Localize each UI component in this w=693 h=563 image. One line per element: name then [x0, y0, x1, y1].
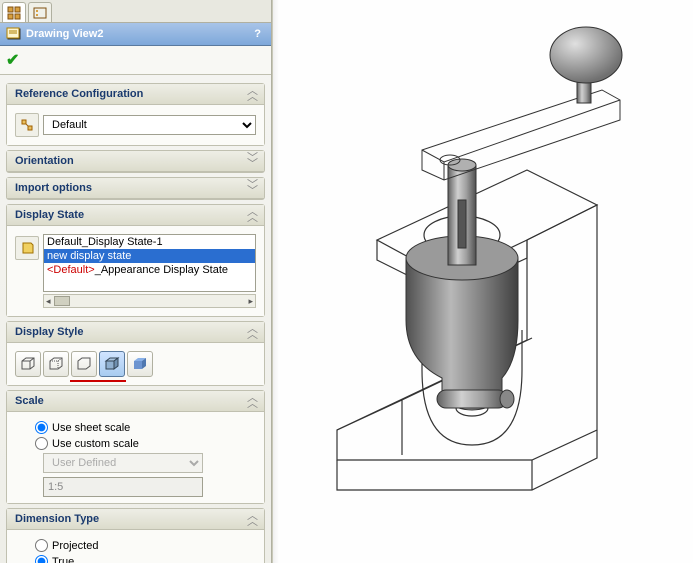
display-state-listbox[interactable]: Default_Display State-1 new display stat… [43, 234, 256, 292]
help-button[interactable]: ? [250, 28, 265, 40]
panel-tabs [0, 0, 271, 23]
section-header[interactable]: Display State ︿︿ [7, 205, 264, 226]
drawing-viewport[interactable] [272, 0, 693, 563]
collapse-icon: ︿︿ [247, 326, 256, 338]
ok-button[interactable]: ✔ [6, 52, 19, 69]
display-state-icon [15, 236, 39, 260]
list-item[interactable]: <Default>_Appearance Display State [44, 263, 255, 277]
section-header[interactable]: Orientation ﹀﹀ [7, 151, 264, 172]
scroll-thumb[interactable] [54, 296, 70, 306]
list-item[interactable]: new display state [44, 249, 255, 263]
expand-icon: ﹀﹀ [247, 182, 256, 194]
section-display-style: Display Style ︿︿ [6, 321, 265, 386]
section-display-state: Display State ︿︿ Default_Display State-1… [6, 204, 265, 317]
list-item[interactable]: Default_Display State-1 [44, 235, 255, 249]
section-import-options: Import options ﹀﹀ [6, 177, 265, 200]
section-header[interactable]: Display Style ︿︿ [7, 322, 264, 343]
section-header[interactable]: Scale ︿︿ [7, 391, 264, 412]
drawing-view-icon [6, 26, 22, 42]
panel-body: Reference Configuration ︿︿ Default Orien… [0, 75, 271, 563]
property-panel: Drawing View2 ? ✔ Reference Configuratio… [0, 0, 272, 563]
config-dropdown[interactable]: Default [43, 115, 256, 135]
use-custom-scale-radio[interactable]: Use custom scale [35, 437, 256, 450]
collapse-icon: ︿︿ [247, 513, 256, 525]
tab-property-manager[interactable] [28, 2, 52, 22]
collapse-icon: ︿︿ [247, 209, 256, 221]
confirm-bar: ✔ [0, 46, 271, 75]
drawing-view [272, 0, 692, 563]
expand-icon: ﹀﹀ [247, 155, 256, 167]
use-sheet-scale-radio[interactable]: Use sheet scale [35, 421, 256, 434]
collapse-icon: ︿︿ [247, 88, 256, 100]
shaded-edges-button[interactable] [99, 351, 125, 377]
collapse-icon: ︿︿ [247, 395, 256, 407]
section-dimension-type: Dimension Type ︿︿ Projected True [6, 508, 265, 563]
config-icon [15, 113, 39, 137]
true-radio[interactable]: True [35, 555, 256, 563]
wireframe-button[interactable] [15, 351, 41, 377]
section-scale: Scale ︿︿ Use sheet scale Use custom scal… [6, 390, 265, 504]
scale-ratio-input [43, 477, 203, 497]
section-orientation: Orientation ﹀﹀ [6, 150, 265, 173]
scroll-right-icon[interactable]: ▸ [248, 296, 253, 307]
panel-title: Drawing View2 [26, 28, 250, 40]
scroll-left-icon[interactable]: ◂ [46, 296, 51, 307]
section-header[interactable]: Import options ﹀﹀ [7, 178, 264, 199]
display-style-buttons [15, 349, 256, 379]
section-header[interactable]: Dimension Type ︿︿ [7, 509, 264, 530]
section-reference-configuration: Reference Configuration ︿︿ Default [6, 83, 265, 146]
panel-titlebar: Drawing View2 ? [0, 23, 271, 46]
projected-radio[interactable]: Projected [35, 539, 256, 552]
hidden-visible-button[interactable] [43, 351, 69, 377]
tab-feature-manager[interactable] [2, 2, 26, 22]
horizontal-scrollbar[interactable]: ◂ ▸ [43, 294, 256, 308]
hidden-removed-button[interactable] [71, 351, 97, 377]
scale-type-dropdown: User Defined [43, 453, 203, 473]
section-header[interactable]: Reference Configuration ︿︿ [7, 84, 264, 105]
shaded-button[interactable] [127, 351, 153, 377]
